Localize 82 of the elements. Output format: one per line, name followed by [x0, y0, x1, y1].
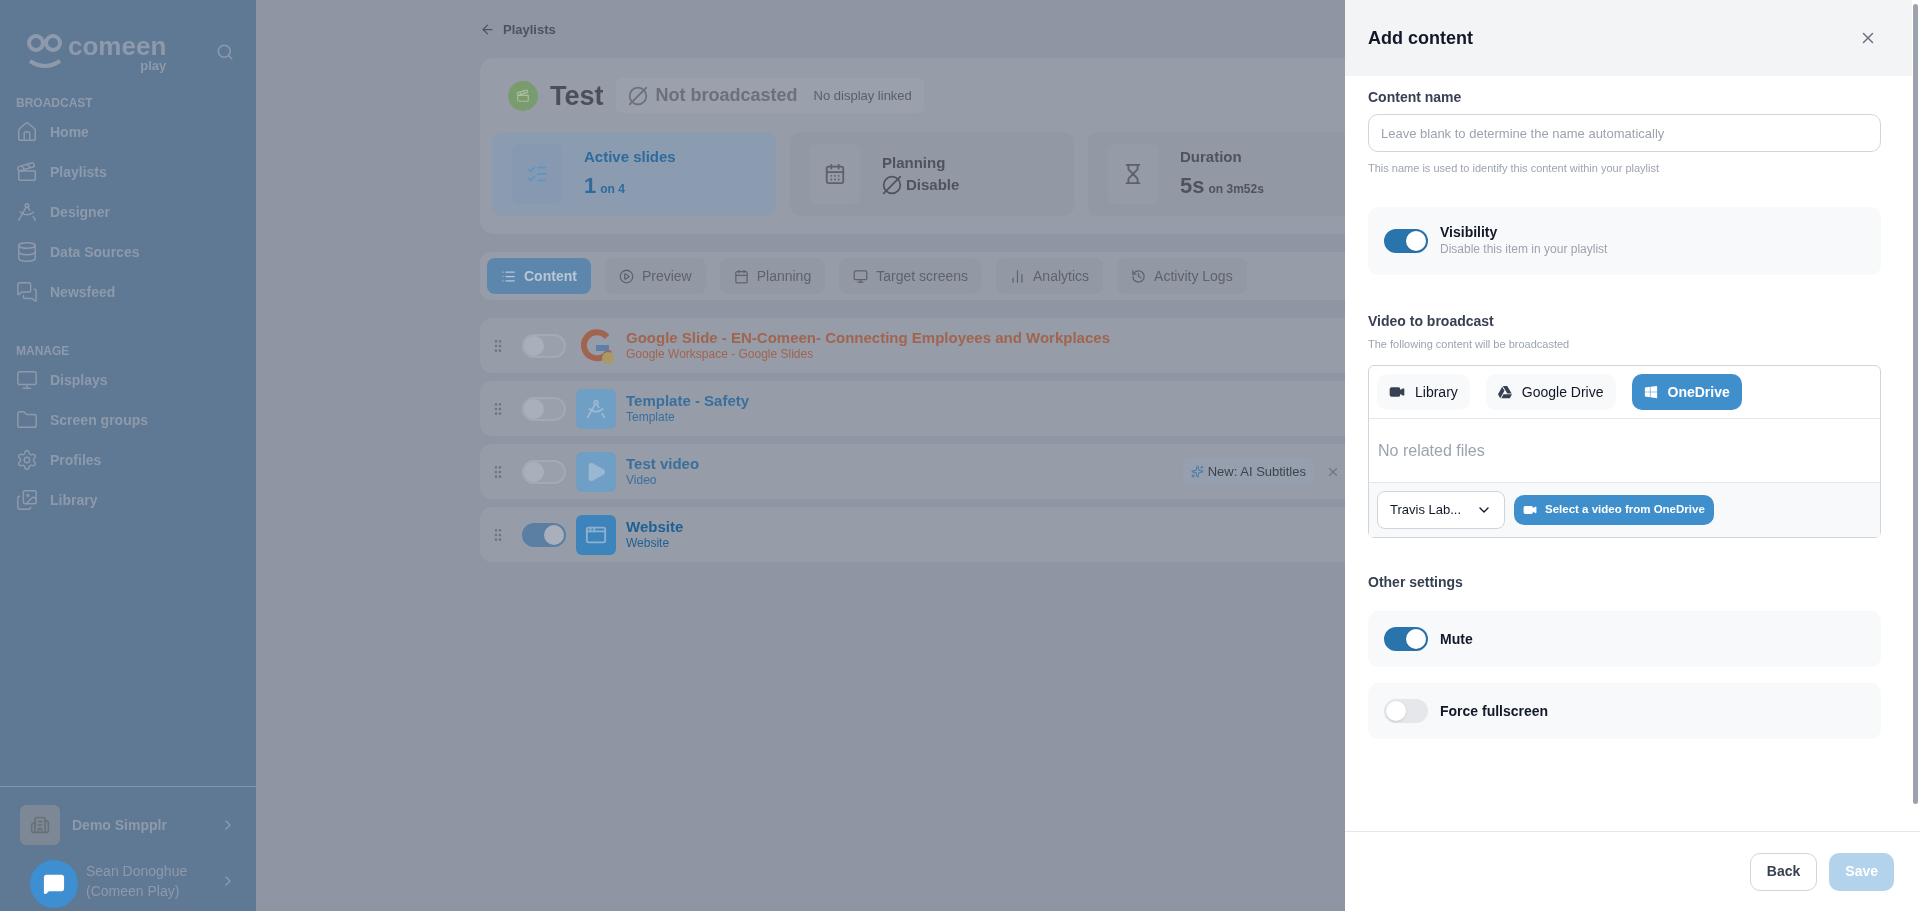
content-row[interactable]: Website Website: [480, 507, 1345, 562]
gear-icon: [16, 449, 38, 471]
chat-icon: [43, 873, 65, 895]
content-type: Google Workspace - Google Slides: [626, 347, 815, 363]
setting-label: Force fullscreen: [1440, 701, 1549, 721]
section-title: Video to broadcast: [1368, 311, 1495, 331]
playlist-icon: [508, 80, 538, 111]
browser-window-icon: [576, 514, 616, 555]
select-video-button[interactable]: Select a video from OneDrive: [1514, 495, 1714, 525]
toggle-switch[interactable]: [1384, 228, 1428, 253]
slash-circle-icon: [627, 85, 648, 106]
content-title: Template - Safety: [626, 391, 751, 411]
logo-icon: [26, 32, 64, 69]
tab[interactable]: Planning: [719, 258, 826, 294]
house-icon: [16, 121, 38, 143]
search-icon[interactable]: [216, 43, 234, 61]
calendar-icon: [824, 163, 846, 185]
content-title: Website: [626, 517, 685, 537]
content-title: Google Slide - EN-Comeen- Connecting Employees and Workplaces: [626, 328, 1111, 348]
stat-unit: on 3m52s: [1208, 180, 1264, 198]
content-type: Template: [626, 410, 676, 426]
section-subtitle: The following content will be broadcasted: [1368, 336, 1571, 352]
back-button[interactable]: Back: [1749, 852, 1818, 891]
list-icon: [501, 268, 516, 284]
setting-label: Mute: [1440, 629, 1473, 649]
sparkles-icon: [1190, 465, 1204, 478]
setting-label: Visibility: [1440, 224, 1499, 242]
calendar-icon: [733, 268, 749, 284]
content-title: Test video: [626, 454, 701, 474]
stat-label: Active slides: [584, 147, 676, 168]
compass-icon: [576, 388, 616, 429]
tab[interactable]: Analytics: [996, 258, 1104, 294]
monitor-icon: [16, 369, 38, 391]
tab[interactable]: Preview: [604, 258, 706, 294]
chat-launcher-button[interactable]: [30, 860, 78, 908]
windows-icon: [1643, 385, 1658, 399]
clapperboard-icon: [16, 161, 38, 183]
section-title: Other settings: [1368, 573, 1464, 592]
play-icon: [576, 451, 616, 492]
compass-icon: [16, 201, 38, 223]
toggle-switch[interactable]: [1384, 627, 1428, 651]
content-row[interactable]: Google Slide - EN-Comeen- Connecting Employees and Workplaces Google Workspace - Google Slides: [480, 318, 1345, 373]
building-icon: [20, 805, 60, 845]
chart-icon: [1010, 268, 1025, 284]
help-text: This name is used to identify this content within your playlist: [1368, 161, 1661, 176]
status-note: No display linked: [813, 87, 912, 105]
folder-icon: [16, 409, 38, 431]
monitor-icon: [853, 268, 869, 284]
video-camera-icon: [1389, 384, 1405, 400]
slash-circle-icon: [882, 175, 902, 196]
tab[interactable]: Content: [487, 258, 591, 294]
account-select[interactable]: Travis Lab...: [1377, 491, 1505, 529]
field-label: Content name: [1368, 88, 1463, 107]
back-link[interactable]: Playlists: [480, 20, 556, 40]
content-type: Video: [626, 473, 658, 489]
chat-bubbles-icon: [16, 281, 38, 303]
playlist-title: Test: [550, 79, 604, 113]
stat-unit: on 4: [600, 180, 625, 198]
content-row[interactable]: Template - Safety Template: [480, 381, 1345, 436]
stat-value: 5s: [1180, 171, 1205, 200]
source-tab[interactable]: Google Drive: [1485, 374, 1616, 410]
content-row[interactable]: Test video Video New: AI Subtitles: [480, 444, 1345, 499]
stat-value: Disable: [906, 175, 960, 195]
stat-label: Duration: [1180, 147, 1243, 168]
source-tab[interactable]: Library: [1377, 374, 1470, 410]
history-icon: [1131, 268, 1147, 284]
source-tab[interactable]: OneDrive: [1631, 374, 1742, 410]
database-icon: [16, 241, 38, 263]
panel-title: Add content: [1368, 26, 1473, 50]
images-icon: [16, 489, 38, 511]
ai-subtitles-badge[interactable]: New: AI Subtitles: [1182, 457, 1314, 486]
drive-icon: [1497, 385, 1512, 399]
video-camera-icon: [1523, 503, 1537, 517]
stat-value: 1: [584, 171, 597, 200]
toggle-switch[interactable]: [522, 522, 566, 547]
setting-description: Disable this item in your playlist: [1440, 241, 1608, 257]
tab[interactable]: Activity Logs: [1117, 258, 1247, 294]
play-circle-icon: [618, 268, 634, 284]
stat-label: Planning: [882, 152, 947, 173]
content-name-input[interactable]: Leave blank to determine the name automatically: [1368, 114, 1881, 152]
content-type: Website: [626, 536, 671, 552]
tab[interactable]: Target screens: [839, 258, 982, 294]
